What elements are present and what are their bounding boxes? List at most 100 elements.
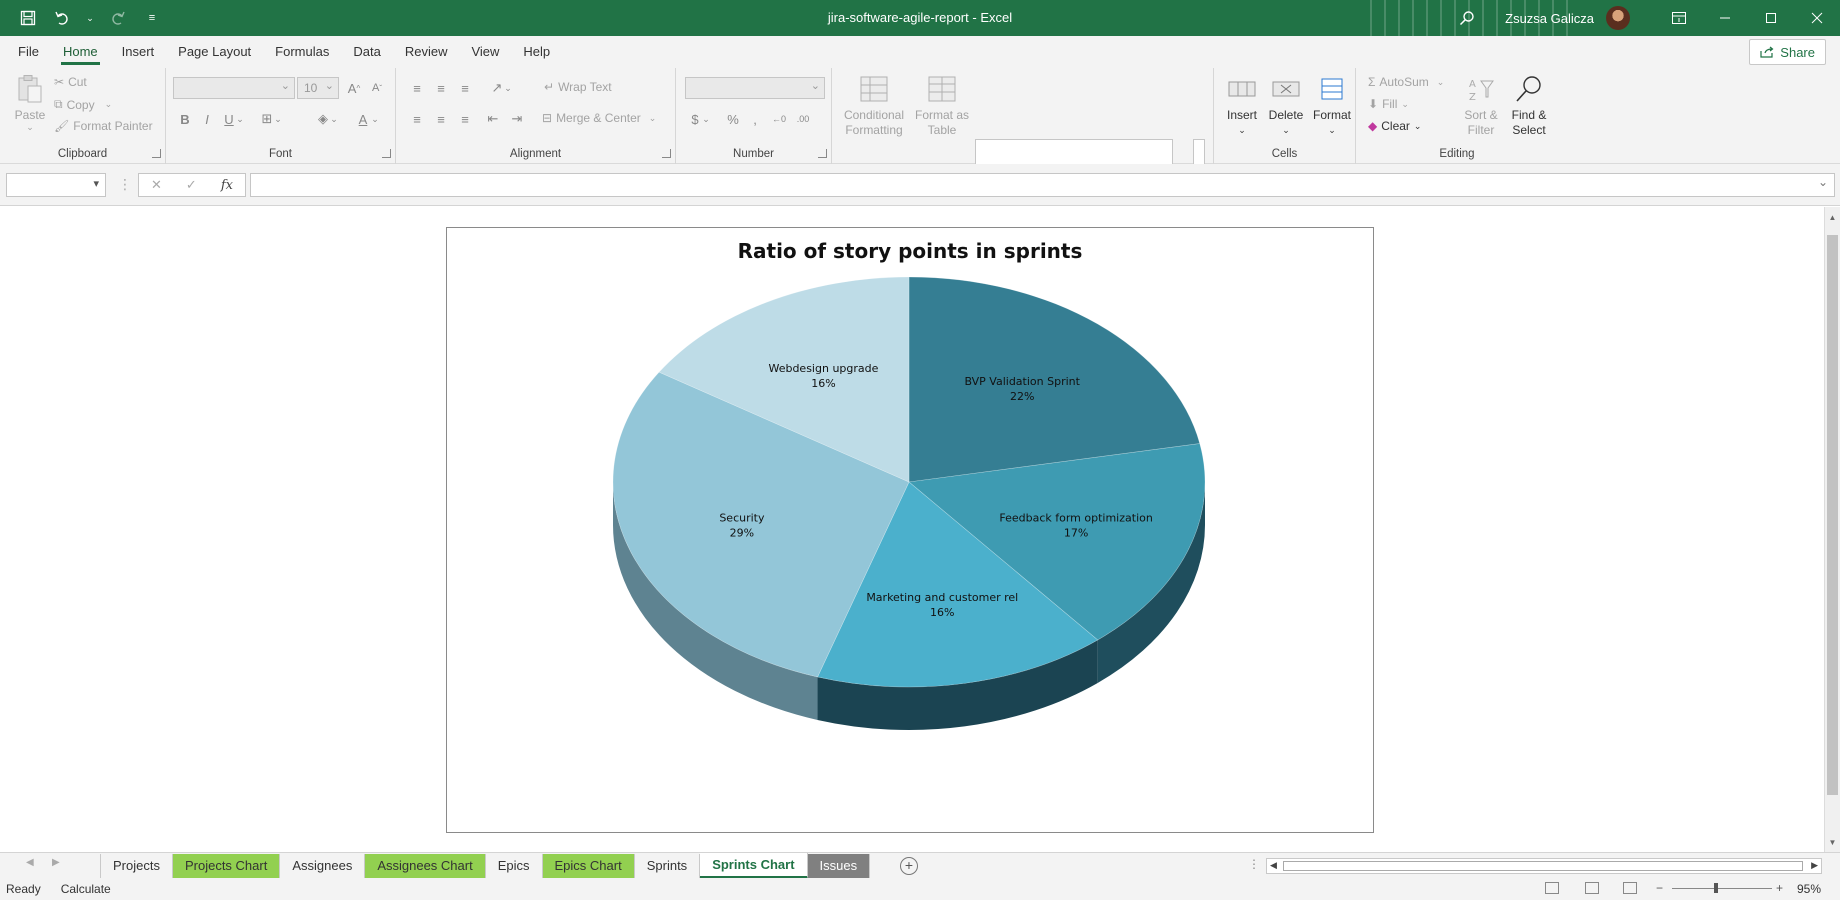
delete-cells-button[interactable]: Delete ⌄ [1264,74,1308,138]
tab-help[interactable]: Help [511,36,562,68]
undo-icon[interactable] [52,8,72,28]
scroll-right-icon[interactable]: ▶ [1811,860,1818,871]
fill-button[interactable]: ⬇ Fill ⌄ [1368,97,1409,111]
fill-color-dropdown-icon[interactable]: ⌄ [328,108,340,130]
sheet-tab-sprints[interactable]: Sprints [635,854,701,878]
zoom-out-icon[interactable]: − [1656,881,1663,895]
next-sheet-icon[interactable]: ▶ [52,857,60,868]
tab-page-layout[interactable]: Page Layout [166,36,263,68]
currency-dropdown-icon[interactable]: ⌄ [700,108,712,130]
sheet-tab-epics-chart[interactable]: Epics Chart [542,854,635,878]
autosum-button[interactable]: Σ AutoSum ⌄ [1368,75,1444,89]
find-select-button[interactable]: Find & Select [1504,74,1554,138]
normal-view-icon[interactable] [1545,882,1559,894]
formula-input[interactable] [250,173,1835,197]
enter-icon[interactable]: ✓ [186,177,197,193]
number-format-combo[interactable] [685,77,825,99]
font-color-dropdown-icon[interactable]: ⌄ [369,108,381,130]
align-bottom-icon[interactable]: ≡ [454,77,476,99]
format-as-table-button[interactable]: Format as Table [914,74,970,138]
redo-icon[interactable] [108,8,128,28]
vertical-scrollbar[interactable]: ▲ ▼ [1824,207,1840,852]
wrap-text-button[interactable]: ↵ Wrap Text [544,80,612,94]
zoom-level[interactable]: 95% [1797,882,1821,896]
avatar[interactable] [1606,6,1630,30]
tab-data[interactable]: Data [341,36,392,68]
italic-icon[interactable]: I [196,108,218,130]
sheet-tab-assignees[interactable]: Assignees [280,854,366,878]
underline-dropdown-icon[interactable]: ⌄ [234,108,246,130]
font-launcher-icon[interactable] [382,149,391,158]
zoom-slider[interactable] [1672,888,1772,889]
align-left-icon[interactable]: ≡ [406,108,428,130]
sheet-tab-sprints-chart[interactable]: Sprints Chart [700,853,808,879]
status-calculate[interactable]: Calculate [61,882,111,896]
tab-split-handle-icon[interactable]: ⋮ [1248,857,1260,871]
sheet-tab-issues[interactable]: Issues [807,854,871,878]
tab-home[interactable]: Home [51,36,110,68]
close-icon[interactable] [1794,0,1840,36]
undo-dropdown-icon[interactable]: ⌄ [86,8,94,28]
maximize-icon[interactable] [1748,0,1794,36]
scroll-up-icon[interactable]: ▲ [1827,211,1838,225]
align-center-icon[interactable]: ≡ [430,108,452,130]
format-cells-button[interactable]: Format ⌄ [1310,74,1354,138]
bold-icon[interactable]: B [174,108,196,130]
increase-decimal-icon[interactable]: ←0 [768,108,790,130]
name-box[interactable] [6,173,106,197]
user-name[interactable]: Zsuzsa Galicza [1505,11,1594,26]
tab-file[interactable]: File [6,36,51,68]
decrease-font-icon[interactable]: Aˇ [366,77,388,99]
tab-formulas[interactable]: Formulas [263,36,341,68]
clipboard-launcher-icon[interactable] [152,149,161,158]
horizontal-scrollbar[interactable]: ◀ ▶ [1266,858,1822,874]
copy-button[interactable]: ⧉ Copy ⌄ [54,97,112,112]
format-painter-button[interactable]: 🖌 Format Painter [54,119,153,133]
decrease-decimal-icon[interactable]: .00 [792,108,814,130]
align-top-icon[interactable]: ≡ [406,77,428,99]
align-right-icon[interactable]: ≡ [454,108,476,130]
sheet-tab-projects-chart[interactable]: Projects Chart [172,854,281,878]
conditional-formatting-button[interactable]: Conditional Formatting [842,74,906,138]
cut-button[interactable]: ✂ Cut [54,75,87,89]
insert-function-icon[interactable]: fx [221,178,233,193]
scroll-down-icon[interactable]: ▼ [1827,836,1838,850]
minimize-icon[interactable] [1702,0,1748,36]
scroll-left-icon[interactable]: ◀ [1270,860,1277,871]
customize-qat-icon[interactable]: ≡ [142,8,162,28]
page-layout-view-icon[interactable] [1585,882,1599,894]
cancel-icon[interactable]: ✕ [151,177,162,193]
increase-indent-icon[interactable]: ⇥ [506,108,528,130]
vertical-scroll-thumb[interactable] [1827,235,1838,795]
increase-font-icon[interactable]: A ^ [343,77,365,99]
pie-chart[interactable]: BVP Validation Sprint 22%Feedback form op… [447,228,1375,834]
ribbon-display-icon[interactable] [1656,0,1702,36]
paste-button[interactable]: Paste ⌄ [10,74,50,132]
add-sheet-icon[interactable]: + [900,857,918,875]
number-launcher-icon[interactable] [818,149,827,158]
sheet-tab-epics[interactable]: Epics [486,854,543,878]
decrease-indent-icon[interactable]: ⇤ [482,108,504,130]
sheet-tab-projects[interactable]: Projects [100,854,173,878]
sheet-tab-assignees-chart[interactable]: Assignees Chart [365,854,486,878]
alignment-launcher-icon[interactable] [662,149,671,158]
borders-dropdown-icon[interactable]: ⌄ [272,108,284,130]
search-icon[interactable] [1449,0,1485,36]
save-icon[interactable] [18,8,38,28]
insert-cells-button[interactable]: Insert ⌄ [1222,74,1262,138]
merge-center-button[interactable]: ⊟ Merge & Center ⌄ [542,111,656,125]
zoom-slider-thumb[interactable] [1714,883,1718,893]
chart-area[interactable]: Ratio of story points in sprints BVP Val… [446,227,1374,833]
share-button[interactable]: Share [1749,39,1826,65]
font-size-combo[interactable]: 10 [297,77,339,99]
tab-insert[interactable]: Insert [110,36,167,68]
orientation-dropdown-icon[interactable]: ⌄ [502,77,514,99]
zoom-in-icon[interactable]: + [1776,881,1783,895]
tab-review[interactable]: Review [393,36,460,68]
prev-sheet-icon[interactable]: ◀ [26,857,34,868]
percent-icon[interactable]: % [722,108,744,130]
page-break-view-icon[interactable] [1623,882,1637,894]
clear-button[interactable]: ◆ Clear ⌄ [1368,119,1421,133]
sort-filter-button[interactable]: AZ Sort & Filter [1460,74,1502,138]
horizontal-scroll-thumb[interactable] [1283,861,1803,871]
